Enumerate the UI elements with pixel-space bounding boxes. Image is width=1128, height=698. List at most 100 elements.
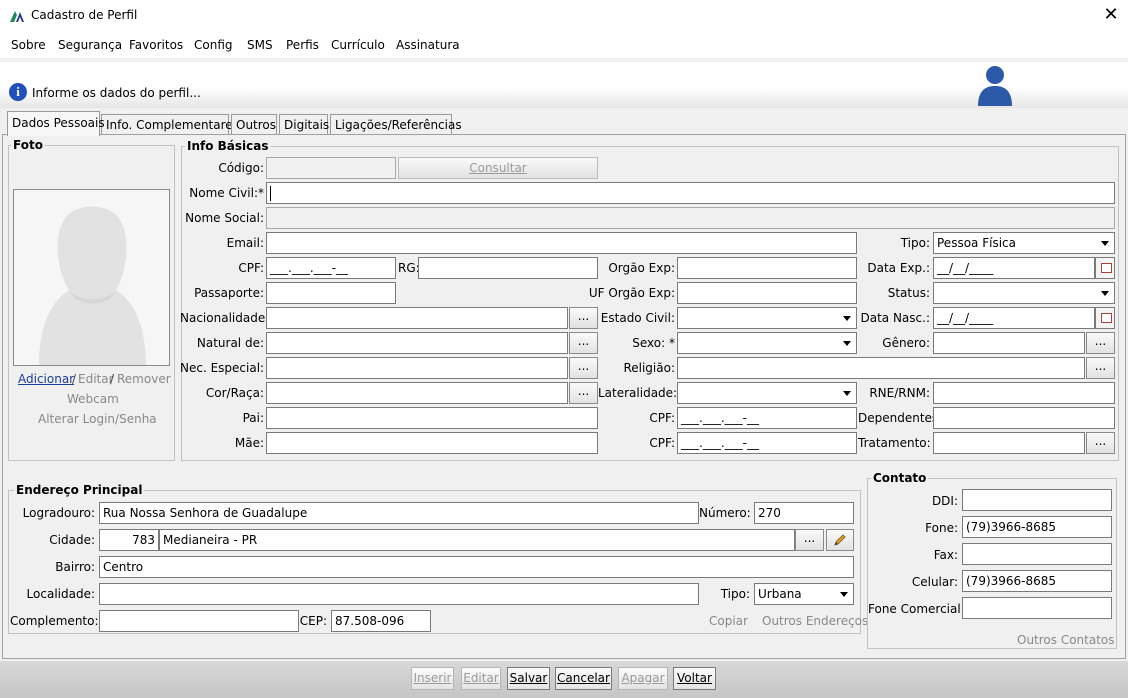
lateralidade-select[interactable]	[677, 382, 857, 404]
complemento-input[interactable]	[99, 610, 299, 632]
tratamento-input[interactable]	[933, 432, 1085, 454]
data-nasc-calendar-button[interactable]	[1095, 307, 1115, 329]
localidade-input[interactable]	[99, 583, 699, 605]
nome-civil-label: Nome Civil:*	[189, 186, 264, 200]
dependentes-input[interactable]	[933, 407, 1115, 429]
cidade-label: Cidade:	[49, 533, 95, 547]
calendar-icon	[1101, 313, 1112, 323]
passaporte-label: Passaporte:	[194, 286, 264, 300]
cpf-pai-input[interactable]: ___.___.___-__	[677, 407, 857, 429]
copiar-link[interactable]: Copiar	[709, 614, 748, 628]
rg-input[interactable]	[418, 257, 598, 279]
fone-comercial-input[interactable]	[962, 597, 1112, 619]
tipo-endereco-select[interactable]: Urbana	[754, 583, 854, 605]
fax-input[interactable]	[962, 543, 1112, 565]
nacionalidade-lookup-button[interactable]: ...	[569, 307, 598, 329]
nec-especial-label: Nec. Especial:	[180, 361, 265, 375]
menu-assinatura[interactable]: Assinatura	[396, 38, 460, 52]
menu-seguranca[interactable]: Segurança	[58, 38, 122, 52]
cpf-mae-label: CPF:	[649, 436, 675, 450]
nacionalidade-input[interactable]	[266, 307, 568, 329]
celular-input[interactable]: (79)3966-8685	[962, 570, 1112, 592]
status-select[interactable]	[933, 282, 1115, 304]
editar-button[interactable]: Editar	[461, 667, 501, 690]
rne-rnm-input[interactable]	[933, 382, 1115, 404]
close-button[interactable]: ✕	[1098, 3, 1124, 29]
cep-input[interactable]: 87.508-096	[331, 610, 431, 632]
natural-de-lookup-button[interactable]: ...	[569, 332, 598, 354]
mae-input[interactable]	[266, 432, 598, 454]
menu-config[interactable]: Config	[194, 38, 233, 52]
alterar-login-link[interactable]: Alterar Login/Senha	[38, 412, 157, 426]
bairro-input[interactable]: Centro	[99, 556, 854, 578]
nome-civil-input[interactable]	[266, 182, 1115, 204]
outros-contatos-link[interactable]: Outros Contatos	[1017, 633, 1115, 647]
religiao-input[interactable]	[677, 357, 1085, 379]
complemento-label: Complemento:	[10, 614, 99, 628]
cpf-input[interactable]: ___.___.___-__	[266, 257, 396, 279]
estado-civil-select[interactable]	[677, 307, 857, 329]
data-exp-input[interactable]: __/__/____	[933, 257, 1095, 279]
remover-photo-link[interactable]: Remover	[117, 372, 171, 386]
sexo-label: Sexo: *	[632, 336, 675, 350]
email-label: Email:	[226, 236, 264, 250]
tipo-select[interactable]: Pessoa Física	[933, 232, 1115, 254]
pai-label: Pai:	[242, 411, 264, 425]
outros-enderecos-link[interactable]: Outros Endereços	[762, 614, 868, 628]
nec-especial-lookup-button[interactable]: ...	[569, 357, 598, 379]
cpf-mae-input[interactable]: ___.___.___-__	[677, 432, 857, 454]
tab-outros[interactable]: Outros	[231, 114, 277, 135]
foto-group-title: Foto	[11, 138, 45, 152]
adicionar-photo-link[interactable]: Adicionar	[18, 372, 74, 386]
menu-curriculo[interactable]: Currículo	[331, 38, 385, 52]
cor-raca-label: Cor/Raça:	[205, 386, 264, 400]
data-nasc-input[interactable]: __/__/____	[933, 307, 1095, 329]
genero-label: Gênero:	[882, 336, 930, 350]
voltar-button[interactable]: Voltar	[673, 667, 716, 690]
natural-de-label: Natural de:	[196, 336, 264, 350]
cidade-code-input[interactable]: 783	[99, 529, 159, 551]
cor-raca-lookup-button[interactable]: ...	[569, 382, 598, 404]
tab-ligacoes-referencias[interactable]: Ligações/Referências	[330, 114, 462, 135]
ddi-input[interactable]	[962, 489, 1112, 511]
cor-raca-input[interactable]	[266, 382, 568, 404]
uf-orgao-exp-input[interactable]	[677, 282, 857, 304]
apagar-button[interactable]: Apagar	[618, 667, 668, 690]
religiao-lookup-button[interactable]: ...	[1086, 357, 1115, 379]
orgao-exp-input[interactable]	[677, 257, 857, 279]
tab-digitais[interactable]: Digitais	[279, 114, 329, 135]
natural-de-input[interactable]	[266, 332, 568, 354]
genero-lookup-button[interactable]: ...	[1086, 332, 1115, 354]
inserir-button[interactable]: Inserir	[411, 667, 454, 690]
passaporte-input[interactable]	[266, 282, 396, 304]
tab-info-complementares[interactable]: Info. Complementares	[101, 114, 239, 135]
cidade-lookup-button[interactable]: ...	[795, 529, 824, 551]
sexo-select[interactable]	[677, 332, 857, 354]
tipo-label: Tipo:	[900, 236, 930, 250]
data-exp-calendar-button[interactable]	[1095, 257, 1115, 279]
email-input[interactable]	[266, 232, 857, 254]
menu-sobre[interactable]: Sobre	[11, 38, 46, 52]
fone-comercial-label: Fone Comercial:	[868, 602, 965, 616]
menu-sms[interactable]: SMS	[247, 38, 273, 52]
logradouro-input[interactable]: Rua Nossa Senhora de Guadalupe	[99, 502, 699, 524]
editar-photo-link[interactable]: Editar	[78, 372, 114, 386]
cancelar-button[interactable]: Cancelar	[555, 667, 612, 690]
tratamento-lookup-button[interactable]: ...	[1086, 432, 1115, 454]
tab-dados-pessoais[interactable]: Dados Pessoais	[7, 111, 105, 136]
cidade-input[interactable]: Medianeira - PR	[159, 529, 795, 551]
numero-input[interactable]: 270	[754, 502, 854, 524]
rg-label: RG:	[398, 261, 420, 275]
genero-input[interactable]	[933, 332, 1085, 354]
salvar-button[interactable]: Salvar	[507, 667, 550, 690]
webcam-link[interactable]: Webcam	[67, 392, 119, 406]
nec-especial-input[interactable]	[266, 357, 568, 379]
menu-favoritos[interactable]: Favoritos	[129, 38, 183, 52]
codigo-input	[266, 157, 396, 179]
pai-input[interactable]	[266, 407, 598, 429]
consultar-button[interactable]: Consultar	[398, 157, 598, 179]
fone-input[interactable]: (79)3966-8685	[962, 516, 1112, 538]
nome-social-label: Nome Social:	[185, 211, 264, 225]
cidade-edit-button[interactable]	[826, 529, 854, 551]
menu-perfis[interactable]: Perfis	[286, 38, 319, 52]
